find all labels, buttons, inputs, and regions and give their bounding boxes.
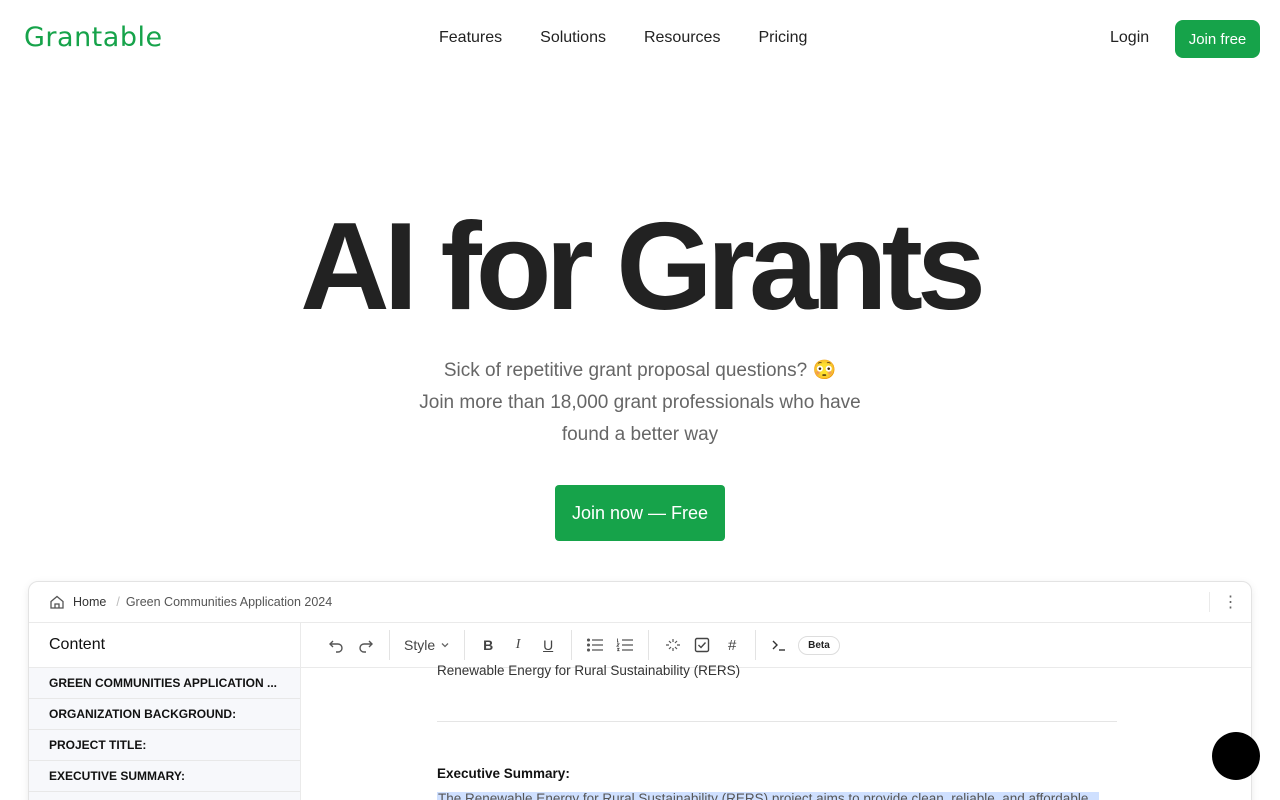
doc-text[interactable]: Renewable Energy for Rural Sustainabilit… bbox=[437, 663, 740, 678]
sparkle-icon[interactable] bbox=[657, 630, 687, 660]
toolbar-divider bbox=[389, 630, 390, 660]
terminal-icon[interactable] bbox=[764, 630, 794, 660]
hero-subtitle-line: Sick of repetitive grant proposal questi… bbox=[443, 360, 837, 381]
checkbox-icon[interactable] bbox=[687, 630, 717, 660]
beta-badge: Beta bbox=[798, 635, 840, 655]
style-dropdown[interactable]: Style bbox=[398, 637, 456, 653]
toolbar-divider bbox=[755, 630, 757, 660]
bullet-list-icon[interactable] bbox=[580, 630, 610, 660]
doc-divider bbox=[437, 721, 1117, 722]
sidebar-item[interactable]: ORGANIZATION BACKGROUND: bbox=[29, 699, 300, 730]
sidebar-heading: Content bbox=[29, 623, 300, 668]
hero-subtitle: Sick of repetitive grant proposal questi… bbox=[0, 355, 1280, 451]
style-label: Style bbox=[404, 637, 436, 653]
join-now-button[interactable]: Join now — Free bbox=[555, 485, 725, 541]
toolbar-divider bbox=[648, 630, 650, 660]
nav-link-pricing[interactable]: Pricing bbox=[758, 29, 807, 47]
login-link[interactable]: Login bbox=[1110, 29, 1149, 47]
nav-links: Features Solutions Resources Pricing bbox=[439, 29, 845, 47]
breadcrumb-home[interactable]: Home bbox=[73, 595, 106, 609]
sidebar-item[interactable]: EXECUTIVE SUMMARY: bbox=[29, 761, 300, 792]
sidebar-item[interactable]: PROJECT TITLE: bbox=[29, 730, 300, 761]
join-free-button[interactable]: Join free bbox=[1175, 20, 1260, 58]
nav-link-features[interactable]: Features bbox=[439, 29, 502, 47]
toolbar-divider bbox=[464, 630, 466, 660]
nav-link-solutions[interactable]: Solutions bbox=[540, 29, 606, 47]
breadcrumb-current[interactable]: Green Communities Application 2024 bbox=[126, 595, 332, 609]
hash-button[interactable]: # bbox=[717, 630, 747, 660]
doc-heading[interactable]: Executive Summary: bbox=[437, 766, 570, 781]
nav-link-resources[interactable]: Resources bbox=[644, 29, 720, 47]
italic-button[interactable]: I bbox=[503, 630, 533, 660]
editor-toolbar: Style B I U # Beta bbox=[301, 623, 1251, 668]
numbered-list-icon[interactable] bbox=[610, 630, 640, 660]
hero-subtitle-line: Join more than 18,000 grant professional… bbox=[419, 392, 861, 413]
logo[interactable]: Grantable bbox=[24, 22, 163, 53]
redo-icon[interactable] bbox=[351, 630, 381, 660]
breadcrumb: Home / Green Communities Application 202… bbox=[29, 582, 1251, 623]
underline-button[interactable]: U bbox=[533, 630, 563, 660]
app-preview: Home / Green Communities Application 202… bbox=[28, 581, 1252, 800]
undo-icon[interactable] bbox=[321, 630, 351, 660]
document-editor[interactable]: Renewable Energy for Rural Sustainabilit… bbox=[301, 663, 1251, 800]
more-options-icon[interactable]: ⋮ bbox=[1209, 592, 1251, 612]
chevron-down-icon bbox=[440, 637, 450, 653]
chat-widget-button[interactable] bbox=[1212, 732, 1260, 780]
top-nav: Grantable Features Solutions Resources P… bbox=[0, 0, 1280, 78]
toolbar-divider bbox=[571, 630, 573, 660]
sidebar-item[interactable]: GREEN COMMUNITIES APPLICATION ... bbox=[29, 668, 300, 699]
bold-button[interactable]: B bbox=[473, 630, 503, 660]
sidebar-item[interactable] bbox=[29, 792, 300, 800]
hero-title: AI for Grants bbox=[300, 198, 986, 336]
breadcrumb-separator: / bbox=[116, 595, 120, 609]
home-icon[interactable] bbox=[49, 594, 65, 610]
doc-highlighted-text[interactable]: The Renewable Energy for Rural Sustainab… bbox=[437, 792, 1099, 800]
content-sidebar: Content GREEN COMMUNITIES APPLICATION ..… bbox=[29, 623, 301, 800]
hero-subtitle-line: found a better way bbox=[561, 424, 719, 445]
